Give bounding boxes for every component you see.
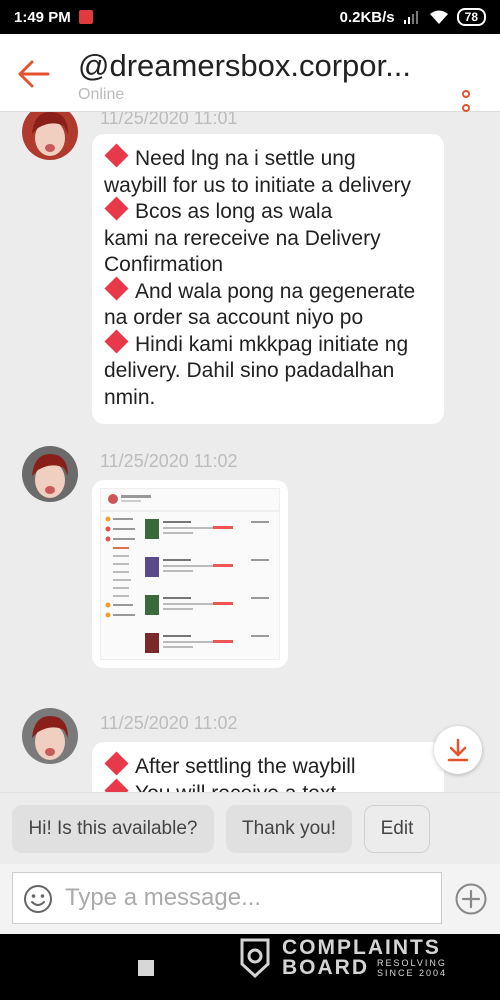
status-time: 1:49 PM — [14, 8, 71, 26]
thumbnail-image — [101, 489, 279, 659]
message-line: na order sa account niyo po — [104, 306, 364, 329]
signal-icon — [403, 11, 418, 24]
recent-apps-button[interactable] — [138, 960, 154, 976]
diamond-bullet-icon — [104, 751, 129, 776]
scroll-down-button[interactable] — [434, 726, 482, 774]
avatar[interactable] — [22, 112, 78, 160]
message-line: Hindi kami mkkpag initiate ng — [104, 328, 432, 359]
message-timestamp: 11/25/2020 11:02 — [100, 713, 238, 733]
avatar[interactable] — [22, 708, 78, 764]
back-arrow-icon[interactable] — [16, 56, 52, 92]
quick-reply-chip[interactable]: Hi! Is this available? — [12, 805, 214, 853]
message-line: waybill for us to initiate a delivery — [104, 173, 411, 197]
message-line: Need lng na i settle ung — [104, 143, 432, 173]
watermark-line1: COMPLAINTS — [282, 936, 441, 959]
watermark: COMPLAINTS BOARD RESOLVING SINCE 2004 — [238, 936, 448, 979]
download-arrow-icon — [447, 738, 469, 762]
complaints-board-logo-icon — [240, 938, 270, 978]
chat-title: @dreamersbox.corpor... — [78, 48, 411, 83]
message-line: Confirmation — [104, 253, 224, 276]
diamond-bullet-icon — [104, 143, 129, 168]
message-line: You will receive a text — [104, 777, 432, 792]
notification-icon — [78, 10, 93, 24]
message-line: kami na rereceive na Delivery — [104, 226, 381, 250]
chat-header: @dreamersbox.corpor... Online — [0, 34, 500, 126]
avatar[interactable] — [22, 446, 78, 502]
status-right: 0.2KB/s 78 — [340, 8, 486, 26]
message-list[interactable]: 11/25/2020 11:01 Need lng na i settle un… — [0, 112, 500, 792]
diamond-bullet-icon — [104, 777, 129, 792]
diamond-bullet-icon — [104, 275, 129, 301]
edit-quick-replies-button[interactable]: Edit — [364, 805, 430, 853]
message-timestamp: 11/25/2020 11:02 — [100, 451, 238, 471]
quick-replies: Hi! Is this available? Thank you! Edit — [0, 792, 500, 864]
message-composer — [0, 864, 500, 934]
watermark-text: COMPLAINTS BOARD RESOLVING SINCE 2004 — [282, 936, 448, 979]
message-line: nmin. — [104, 385, 156, 409]
status-bar: 1:49 PM 0.2KB/s 78 — [0, 0, 500, 34]
message-line: delivery. Dahil sino padadalhan — [104, 359, 395, 382]
avatar-image — [22, 708, 78, 764]
message-line: After settling the waybill — [104, 751, 432, 781]
network-speed: 0.2KB/s — [339, 8, 395, 26]
online-status: Online — [78, 86, 125, 103]
quick-reply-chip[interactable]: Thank you! — [226, 805, 352, 853]
avatar-image — [22, 112, 78, 160]
add-circle-icon[interactable] — [454, 882, 488, 916]
message-bubble[interactable]: After settling the waybill You will rece… — [92, 742, 444, 792]
watermark-line2-row: BOARD RESOLVING SINCE 2004 — [282, 956, 448, 979]
navigation-bar: COMPLAINTS BOARD RESOLVING SINCE 2004 — [0, 934, 500, 1000]
image-message[interactable] — [92, 480, 288, 668]
watermark-line2: BOARD — [282, 956, 369, 979]
battery-indicator: 78 — [456, 8, 486, 26]
wifi-icon — [429, 10, 448, 24]
message-input[interactable] — [65, 881, 425, 915]
message-input-box[interactable] — [12, 872, 442, 924]
message-bubble[interactable]: Need lng na i settle ung waybill for us … — [92, 134, 444, 424]
message-line: And wala pong na gegenerate — [104, 275, 432, 306]
diamond-bullet-icon — [104, 196, 129, 221]
message-timestamp: 11/25/2020 11:01 — [100, 112, 238, 128]
message-line: Bcos as long as wala — [104, 196, 432, 226]
screenshot-thumbnail[interactable] — [100, 488, 280, 660]
avatar-image — [22, 446, 78, 502]
diamond-bullet-icon — [104, 328, 129, 354]
emoji-icon[interactable] — [23, 884, 53, 914]
watermark-tagline: RESOLVING SINCE 2004 — [377, 958, 448, 978]
